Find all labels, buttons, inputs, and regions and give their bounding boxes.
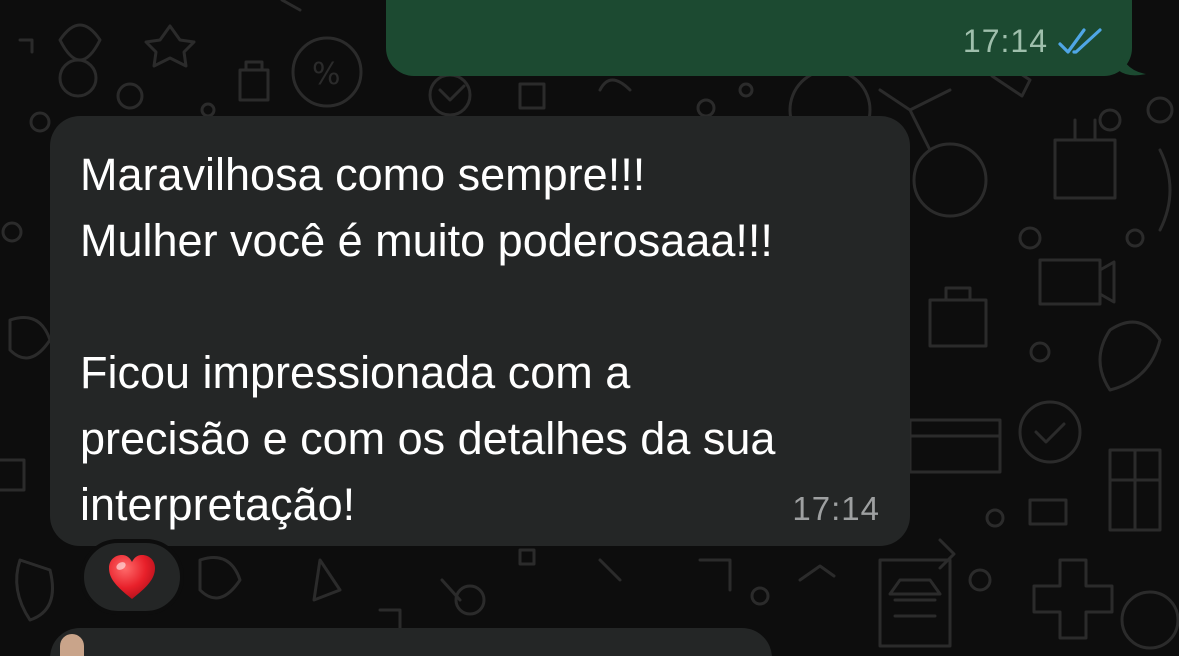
message-text-line: Ficou impressionada com a [80, 347, 631, 398]
outgoing-message-bubble[interactable]: 17:14 [386, 0, 1132, 76]
chat-screen: % 17:14 Maravilhosa como sempre!!! Mulhe… [0, 0, 1179, 656]
next-message-thumbnail [60, 634, 84, 656]
outgoing-bubble-tail [1118, 44, 1146, 76]
incoming-message-bubble[interactable]: Maravilhosa como sempre!!! Mulher você é… [50, 116, 910, 546]
incoming-message-time: 17:14 [792, 490, 880, 527]
next-message-bubble[interactable] [50, 628, 772, 656]
message-text-line: precisão e com os detalhes da sua [80, 413, 776, 464]
message-text-line: Mulher você é muito poderosaaa!!! [80, 215, 773, 266]
message-reaction-chip[interactable] [80, 539, 184, 615]
message-text-line: Maravilhosa como sempre!!! [80, 149, 646, 200]
outgoing-message-meta: 17:14 [963, 23, 1104, 60]
message-text-line: interpretação! [80, 479, 356, 530]
double-check-read-icon [1058, 27, 1102, 54]
outgoing-message-time: 17:14 [962, 23, 1048, 59]
red-heart-icon [109, 555, 155, 599]
svg-text:%: % [312, 57, 341, 92]
